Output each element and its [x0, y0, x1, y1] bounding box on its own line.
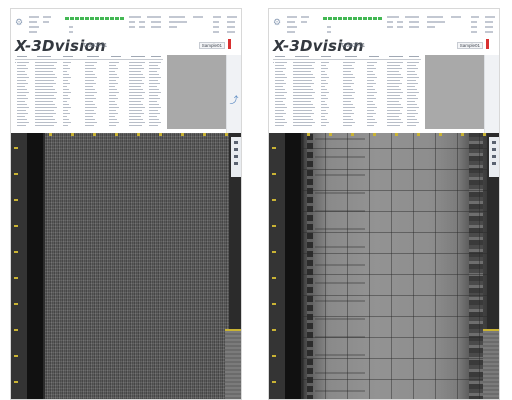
alert-flag: [486, 39, 489, 49]
ruler-tick: [14, 199, 18, 201]
ruler-tick: [14, 225, 18, 227]
status-bar: ⚙: [15, 15, 239, 37]
ruler-tick: [14, 381, 18, 383]
status-readouts: [287, 16, 497, 36]
ruler-tick: [14, 277, 18, 279]
ruler-tick: [272, 147, 276, 149]
viewer-panel-left: ⚙ X-3Dvision T22808-01 Sample01 ⤴: [10, 8, 242, 400]
status-led-row: [65, 17, 125, 21]
sample-select-button[interactable]: Sample01: [456, 42, 483, 49]
depth-ruler: [269, 133, 285, 399]
gear-icon[interactable]: ⚙: [15, 17, 25, 27]
xray-image[interactable]: [45, 133, 229, 399]
ruler-tick: [14, 251, 18, 253]
top-ruler: [303, 133, 487, 136]
ruler-tick: [14, 147, 18, 149]
edge-band: [285, 133, 301, 399]
scan-tools[interactable]: [489, 137, 499, 177]
trend-chart-icon[interactable]: ⤴: [229, 95, 239, 105]
scan-image-view[interactable]: [269, 133, 499, 399]
sample-select-button[interactable]: Sample01: [198, 42, 225, 49]
status-readouts: [29, 16, 239, 36]
alert-flag: [228, 39, 231, 49]
measurement-grid: [303, 133, 487, 399]
ruler-tick: [14, 173, 18, 175]
status-led-row: [323, 17, 383, 21]
scan-image-view[interactable]: [11, 133, 241, 399]
xray-image[interactable]: [303, 133, 487, 399]
scan-tools[interactable]: [231, 137, 241, 177]
ruler-tick: [14, 329, 18, 331]
ruler-tick: [272, 329, 276, 331]
side-toolbar: [484, 55, 499, 133]
ruler-tick: [272, 355, 276, 357]
ruler-tick: [14, 355, 18, 357]
overview-minimap[interactable]: [483, 329, 499, 399]
sample-code: T22808-01: [341, 43, 366, 49]
top-ruler: [45, 133, 229, 136]
table-row[interactable]: [15, 124, 165, 127]
table-row[interactable]: [273, 124, 423, 127]
gear-icon[interactable]: ⚙: [273, 17, 283, 27]
ruler-tick: [272, 381, 276, 383]
ruler-tick: [272, 225, 276, 227]
table-header: [273, 55, 421, 60]
ruler-tick: [272, 199, 276, 201]
edge-band: [27, 133, 43, 399]
ruler-tick: [272, 303, 276, 305]
depth-ruler: [11, 133, 27, 399]
ruler-tick: [272, 277, 276, 279]
overview-minimap[interactable]: [225, 329, 241, 399]
ruler-tick: [272, 251, 276, 253]
table-header: [15, 55, 163, 60]
table-body[interactable]: [15, 61, 165, 131]
status-bar: ⚙: [273, 15, 497, 37]
ruler-tick: [272, 173, 276, 175]
sample-code: T22808-01: [83, 43, 108, 49]
table-body[interactable]: [273, 61, 423, 131]
ruler-tick: [14, 303, 18, 305]
results-table: [273, 55, 499, 133]
side-toolbar: [226, 55, 241, 133]
results-table: [15, 55, 241, 133]
viewer-panel-right: ⚙ X-3Dvision T22808-01 Sample01: [268, 8, 500, 400]
